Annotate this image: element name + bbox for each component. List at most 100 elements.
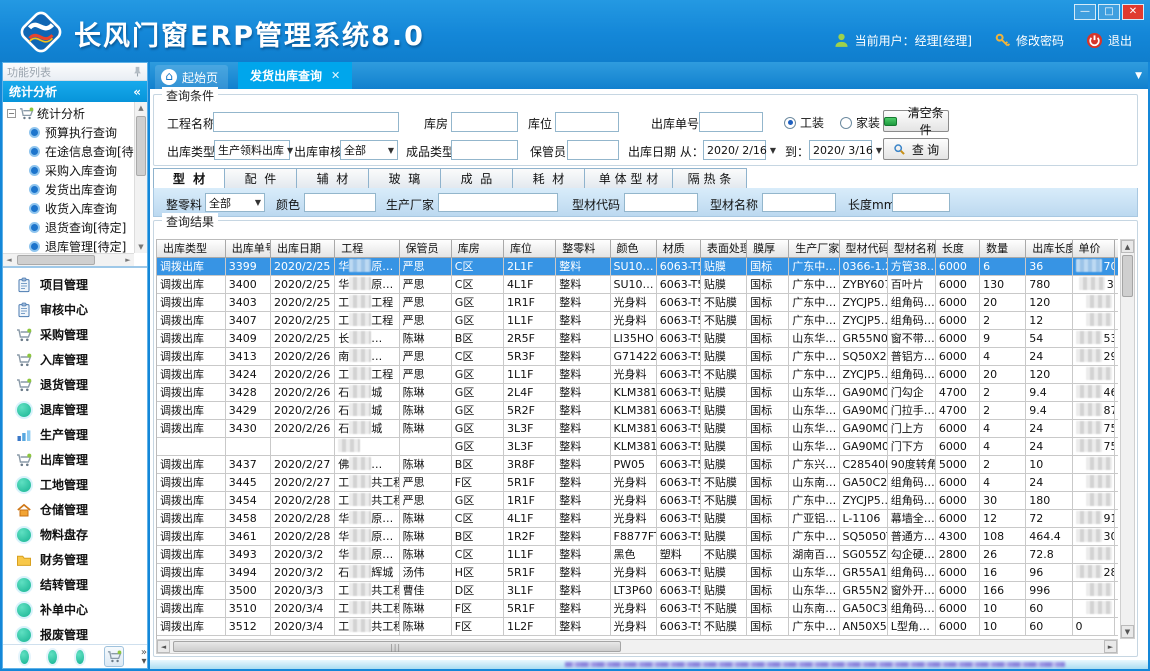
scroll-thumb[interactable] <box>136 116 146 176</box>
sidebar-item-入库管理[interactable]: 入库管理 <box>3 347 147 372</box>
tree-item-在途信息查询[待[interactable]: 在途信息查询[待 <box>3 142 134 161</box>
sidebar-item-生产管理[interactable]: 生产管理 <box>3 422 147 447</box>
quick-dot-icon[interactable] <box>20 650 29 664</box>
table-row[interactable]: 调拨出库34942020/3/2石辉城汤伟H区5R1F整料光身料6063-T5贴… <box>157 563 1118 581</box>
logout[interactable]: 退出 <box>1086 32 1132 49</box>
close-button[interactable]: ✕ <box>1122 4 1144 20</box>
table-row[interactable]: 调拨出库35102020/3/4工共工程陈琳F区5R1F整料光身料6063-T5… <box>157 599 1118 617</box>
whole-part-select[interactable]: 全部▼ <box>205 193 265 212</box>
date-to-select[interactable]: 2020/ 3/16▼ <box>809 140 872 160</box>
scroll-thumb[interactable] <box>1122 255 1133 297</box>
more-chevron-icon[interactable]: »▾ <box>141 648 147 666</box>
scroll-thumb[interactable]: ||| <box>173 641 621 652</box>
minimize-button[interactable]: — <box>1074 4 1096 20</box>
material-tab-隔热条[interactable]: 隔 热 条 <box>673 168 747 189</box>
column-header-材质[interactable]: 材质 <box>656 240 700 257</box>
table-row[interactable]: 调拨出库34582020/2/28华原…陈琳C区4L1F整料光身料6063-T5… <box>157 509 1118 527</box>
column-header-型材代码[interactable]: 型材代码 <box>839 240 887 257</box>
scroll-right-icon[interactable]: ► <box>1104 640 1117 653</box>
material-tab-配件[interactable]: 配 件 <box>225 168 297 189</box>
order-no-input[interactable] <box>699 112 763 132</box>
tab-shipping-query[interactable]: 发货出库查询 ✕ <box>238 62 352 89</box>
table-row[interactable]: G区3L3F整料KLM38176063-T5贴膜国标山东华…GA90M09.门下… <box>157 437 1118 455</box>
table-vertical-scrollbar[interactable]: ▲ ▼ <box>1120 239 1135 639</box>
column-header-保管员[interactable]: 保管员 <box>399 240 451 257</box>
expander-icon[interactable]: − <box>7 109 16 118</box>
table-row[interactable]: 调拨出库34292020/2/26石城陈琳G区5R2F整料KLM38176063… <box>157 401 1118 419</box>
color-input[interactable] <box>304 193 376 212</box>
table-row[interactable]: 调拨出库34032020/2/25工工程严思G区1R1F整料光身料6063-T5… <box>157 293 1118 311</box>
table-row[interactable]: 调拨出库35002020/3/3工共工程曹佳D区3L1F整料LT3P606063… <box>157 581 1118 599</box>
sidebar-item-物料盘存[interactable]: 物料盘存 <box>3 522 147 547</box>
tab-close-icon[interactable]: ✕ <box>331 69 340 82</box>
column-header-出库单号[interactable]: 出库单号 <box>225 240 270 257</box>
material-tab-成品[interactable]: 成 品 <box>441 168 513 189</box>
date-from-select[interactable]: 2020/ 2/16▼ <box>703 140 766 160</box>
sidebar-item-审核中心[interactable]: 审核中心 <box>3 297 147 322</box>
table-row[interactable]: 调拨出库34932020/3/2华原…陈琳C区1L1F整料黑色塑料不贴膜国标湖南… <box>157 545 1118 563</box>
column-header-表面处理[interactable]: 表面处理 <box>700 240 746 257</box>
column-header-数量[interactable]: 数量 <box>980 240 1026 257</box>
sidebar-item-工地管理[interactable]: 工地管理 <box>3 472 147 497</box>
sidebar-item-财务管理[interactable]: 财务管理 <box>3 547 147 572</box>
column-header-单价[interactable]: 单价 <box>1072 240 1114 257</box>
scroll-up-icon[interactable]: ▲ <box>1121 240 1134 253</box>
table-row[interactable]: 调拨出库34452020/2/27工共工程严思F区5R1F整料光身料6063-T… <box>157 473 1118 491</box>
out-type-select[interactable]: 生产领料出库▼ <box>214 140 290 160</box>
scroll-thumb[interactable] <box>17 255 95 265</box>
sidebar-item-结转管理[interactable]: 结转管理 <box>3 572 147 597</box>
table-row[interactable]: 调拨出库34612020/2/28华原…陈琳B区1R2F整料F8877FT606… <box>157 527 1118 545</box>
clear-conditions-button[interactable]: 清空条件 <box>883 110 949 132</box>
column-header-库房[interactable]: 库房 <box>451 240 503 257</box>
tree-item-发货出库查询[interactable]: 发货出库查询 <box>3 180 134 199</box>
column-header-工程[interactable]: 工程 <box>335 240 399 257</box>
scroll-left-icon[interactable]: ◄ <box>157 640 170 653</box>
maximize-button[interactable]: □ <box>1098 4 1120 20</box>
column-header-库位[interactable]: 库位 <box>504 240 556 257</box>
material-tab-型材[interactable]: 型 材 <box>153 168 225 189</box>
warehouse-input[interactable] <box>451 112 518 132</box>
tab-overflow-icon[interactable]: ▼ <box>1135 71 1142 81</box>
tree-horizontal-scrollbar[interactable]: ◄ ► <box>3 253 134 266</box>
column-header-生产厂家[interactable]: 生产厂家 <box>789 240 839 257</box>
table-row[interactable]: 调拨出库34242020/2/26工工程严思G区1L1F整料光身料6063-T5… <box>157 365 1118 383</box>
table-row[interactable]: 调拨出库34302020/2/26石城陈琳G区3L3F整料KLM38176063… <box>157 419 1118 437</box>
keeper-input[interactable] <box>567 140 619 160</box>
radio-gongzhuang[interactable]: 工装 <box>784 114 824 131</box>
sidebar-item-补单中心[interactable]: 补单中心 <box>3 597 147 622</box>
tree-item-收货入库查询[interactable]: 收货入库查询 <box>3 199 134 218</box>
scroll-right-icon[interactable]: ► <box>122 254 134 266</box>
table-row[interactable]: 调拨出库34132020/2/26南…严思C区5R3F整料G714226063-… <box>157 347 1118 365</box>
sidebar-item-仓储管理[interactable]: 仓储管理 <box>3 497 147 522</box>
collapse-icon[interactable]: « <box>133 85 141 99</box>
sidebar-item-项目管理[interactable]: 项目管理 <box>3 272 147 297</box>
material-tab-辅材[interactable]: 辅 材 <box>297 168 369 189</box>
material-tab-单体型材[interactable]: 单 体 型 材 <box>585 168 673 189</box>
product-type-input[interactable] <box>451 140 518 160</box>
scroll-up-icon[interactable]: ▲ <box>135 102 147 114</box>
tree-item-预算执行查询[interactable]: 预算执行查询 <box>3 123 134 142</box>
quick-dot-icon[interactable] <box>48 650 57 664</box>
tab-home[interactable]: ⌂ 起始页 <box>155 65 228 89</box>
cart-shortcut-button[interactable] <box>104 646 124 667</box>
table-row[interactable]: 调拨出库34372020/2/27佛…陈琳B区3R8F整料PW056063-T5… <box>157 455 1118 473</box>
table-row[interactable]: 调拨出库34072020/2/25工工程严思G区1L1F整料光身料6063-T5… <box>157 311 1118 329</box>
location-input[interactable] <box>555 112 619 132</box>
material-tab-玻璃[interactable]: 玻 璃 <box>369 168 441 189</box>
column-header-出库类型[interactable]: 出库类型 <box>157 240 225 257</box>
length-input[interactable] <box>892 193 950 212</box>
profile-name-input[interactable] <box>762 193 836 212</box>
table-row[interactable]: 调拨出库35122020/3/4工共工程陈琳F区1L2F整料光身料6063-T5… <box>157 617 1118 635</box>
pin-icon[interactable] <box>132 66 143 77</box>
sidebar-item-报废管理[interactable]: 报废管理 <box>3 622 147 644</box>
audit-select[interactable]: 全部▼ <box>340 140 398 160</box>
table-row[interactable]: 调拨出库34092020/2/25长…陈琳B区2R5F整料LI35HO6063-… <box>157 329 1118 347</box>
column-header-整零料[interactable]: 整零料 <box>556 240 610 257</box>
column-header-金[interactable]: 金 <box>1114 240 1118 257</box>
sidebar-item-出库管理[interactable]: 出库管理 <box>3 447 147 472</box>
sidebar-item-采购管理[interactable]: 采购管理 <box>3 322 147 347</box>
table-row[interactable]: 调拨出库34002020/2/25华原…严思C区4L1F整料SU10…6063-… <box>157 275 1118 293</box>
column-header-膜厚[interactable]: 膜厚 <box>747 240 789 257</box>
sidebar-item-退库管理[interactable]: 退库管理 <box>3 397 147 422</box>
column-header-长度[interactable]: 长度 <box>935 240 979 257</box>
